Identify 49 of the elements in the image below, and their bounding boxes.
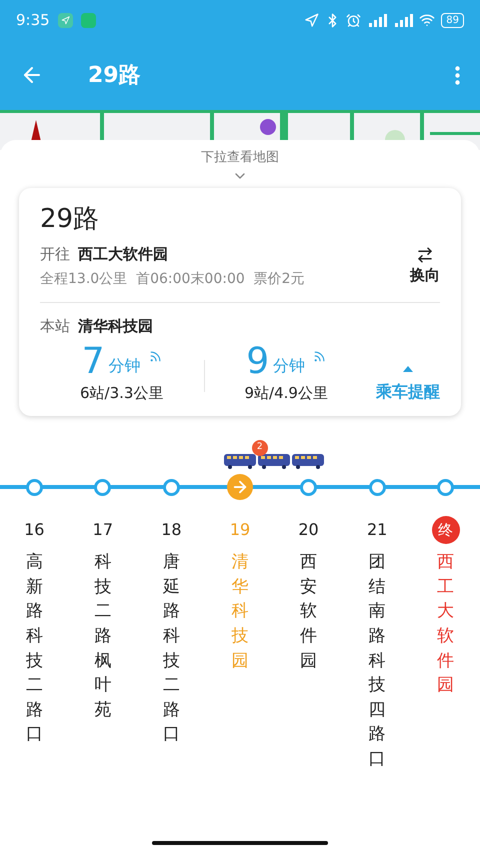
terminal-badge: 终 [432, 516, 460, 544]
stop-name[interactable]: 西工大软件园 [437, 550, 454, 698]
arrival-distance: 9站/4.9公里 [244, 382, 328, 404]
stop-node [368, 478, 386, 496]
more-icon [455, 66, 460, 84]
page-title: 29路 [88, 62, 141, 90]
realtime-icon [148, 350, 162, 362]
stop-name[interactable]: 高新路科技二路口 [26, 550, 43, 748]
stop-node [437, 478, 454, 496]
pull-down-hint[interactable]: 下拉查看地图 [201, 148, 279, 168]
stop-number: 21 [366, 519, 388, 541]
route-name: 29路 [40, 202, 100, 236]
stop-node [94, 478, 112, 496]
direction-label: 开往 [40, 244, 70, 264]
wifi-icon [419, 12, 436, 28]
arrival-unit: 分钟 [273, 354, 306, 376]
stop-number: 17 [92, 519, 114, 541]
stop-number: 16 [24, 519, 44, 541]
stop-number: 19 [230, 519, 250, 541]
stop-node [26, 478, 43, 496]
alarm-icon [346, 12, 362, 28]
stop-name[interactable]: 科技二路枫叶苑 [94, 550, 112, 722]
stop-node [162, 478, 180, 496]
battery-level: 89 [441, 12, 464, 28]
arrival-unit: 分钟 [108, 354, 141, 376]
stop-number: 18 [161, 519, 182, 541]
signal-icon [367, 13, 388, 27]
realtime-icon [313, 350, 326, 362]
swap-arrows-icon [416, 246, 434, 264]
more-options-button[interactable] [455, 66, 460, 84]
status-time: 9:35 [16, 10, 50, 31]
signal-icon [393, 13, 414, 27]
arrival-minutes: 9 [246, 342, 270, 382]
stop-node [300, 478, 318, 496]
stop-name[interactable]: 西安软件园 [300, 550, 318, 674]
caret-up-icon [403, 366, 413, 372]
arrival-distance: 6站/3.3公里 [80, 382, 164, 404]
arrival-minutes: 7 [82, 342, 105, 382]
route-info: 全程13.0公里 首06:00末00:00 票价2元 [40, 270, 306, 289]
bus-count-badge: 2 [252, 440, 268, 456]
location-app-icon [58, 12, 73, 28]
stop-name[interactable]: 唐延路科技二路口 [162, 550, 180, 748]
switch-direction-button[interactable]: 换向 [410, 246, 440, 286]
destination-name: 西工大软件园 [78, 244, 168, 264]
stop-number: 20 [298, 519, 319, 541]
stop-name[interactable]: 团结南路科技四路口 [368, 550, 386, 772]
station-name: 清华科技园 [78, 316, 153, 337]
location-icon [304, 12, 320, 28]
station-label: 本站 [40, 316, 70, 337]
